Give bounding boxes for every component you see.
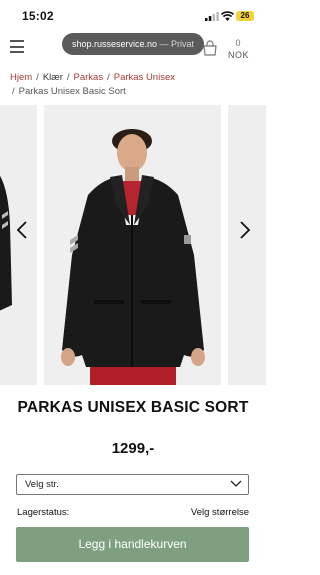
stock-label: Lagerstatus: bbox=[17, 507, 70, 518]
cart-count: 0 bbox=[235, 38, 241, 48]
url-separator: — bbox=[159, 39, 169, 49]
product-price: 1299,- bbox=[111, 440, 155, 457]
size-select[interactable]: Velg str. bbox=[16, 474, 249, 495]
hamburger-menu-icon[interactable] bbox=[10, 40, 24, 53]
chevron-right-icon[interactable] bbox=[238, 220, 252, 240]
stock-value: Velg størrelse bbox=[190, 507, 249, 518]
breadcrumb-separator: / bbox=[107, 72, 110, 83]
chevron-down-icon bbox=[230, 480, 242, 487]
breadcrumb-link[interactable]: Parkas bbox=[74, 72, 104, 83]
cart-currency: NOK bbox=[228, 50, 250, 60]
status-bar: 15:02 26 bbox=[0, 0, 266, 30]
breadcrumb-current: Parkas Unisex Basic Sort bbox=[18, 86, 126, 97]
site-header: shop.russeservice.no — Privat 0 NOK bbox=[0, 30, 266, 66]
url-text: shop.russeservice.no bbox=[71, 39, 157, 49]
breadcrumb-separator: / bbox=[66, 72, 70, 83]
product-title: PARKAS UNISEX BASIC SORT bbox=[17, 399, 249, 416]
breadcrumb-separator: / bbox=[12, 86, 15, 97]
add-to-cart-button[interactable]: Legg i handlekurven bbox=[16, 527, 249, 562]
main-product-image[interactable] bbox=[44, 105, 221, 385]
breadcrumb-link[interactable]: Klær bbox=[43, 72, 63, 83]
breadcrumb-separator: / bbox=[36, 72, 39, 83]
chevron-left-icon[interactable] bbox=[15, 220, 29, 240]
battery-icon: 26 bbox=[236, 11, 254, 21]
cellular-signal-icon bbox=[205, 12, 219, 21]
browsing-mode: Privat bbox=[171, 39, 195, 49]
status-time: 15:02 bbox=[22, 9, 54, 23]
browser-url-pill[interactable]: shop.russeservice.no — Privat bbox=[62, 33, 204, 55]
size-select-value: Velg str. bbox=[25, 479, 59, 490]
cart-icon bbox=[203, 40, 217, 56]
previous-product-image[interactable] bbox=[0, 105, 37, 385]
breadcrumb-link[interactable]: Parkas Unisex bbox=[114, 72, 175, 83]
breadcrumb: Hjem / Klær / Parkas / Parkas Unisex / Parkas U… bbox=[10, 71, 260, 99]
next-product-image[interactable] bbox=[228, 105, 266, 385]
cart-button[interactable]: 0 NOK bbox=[202, 38, 260, 64]
product-gallery bbox=[0, 105, 266, 385]
breadcrumb-link[interactable]: Hjem bbox=[10, 72, 32, 83]
wifi-icon bbox=[221, 11, 234, 21]
